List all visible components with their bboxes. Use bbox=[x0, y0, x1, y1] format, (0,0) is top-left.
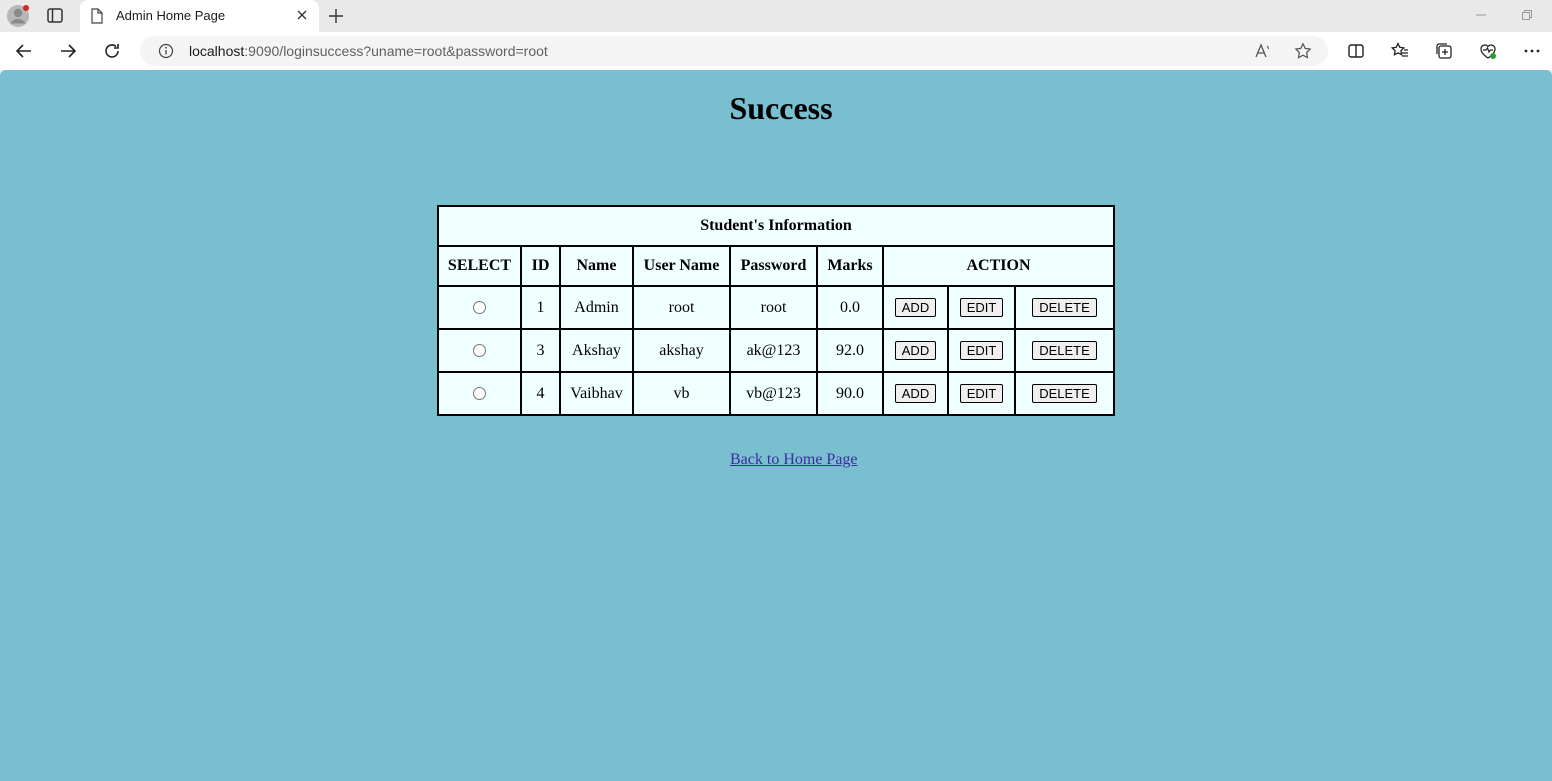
delete-cell: DELETE bbox=[1014, 328, 1115, 373]
page-icon bbox=[90, 8, 104, 24]
add-cell: ADD bbox=[882, 371, 949, 416]
table-caption: Student's Information bbox=[437, 205, 1115, 247]
notification-dot bbox=[23, 5, 29, 11]
marks-cell: 92.0 bbox=[816, 328, 884, 373]
edit-button[interactable]: EDIT bbox=[959, 384, 1004, 403]
select-radio[interactable] bbox=[473, 344, 486, 358]
name-cell: Akshay bbox=[559, 328, 634, 373]
tab-title: Admin Home Page bbox=[116, 8, 226, 23]
active-tab[interactable]: Admin Home Page bbox=[80, 0, 319, 32]
id-cell: 1 bbox=[520, 285, 561, 330]
delete-button[interactable]: DELETE bbox=[1032, 298, 1097, 317]
add-cell: ADD bbox=[882, 285, 949, 330]
header-name: Name bbox=[559, 245, 634, 287]
address-bar[interactable]: localhost:9090/loginsuccess?uname=root&p… bbox=[140, 36, 1328, 66]
name-cell: Admin bbox=[559, 285, 634, 330]
back-icon[interactable] bbox=[14, 41, 34, 61]
select-cell bbox=[437, 328, 522, 373]
id-cell: 4 bbox=[520, 371, 561, 416]
header-action: ACTION bbox=[882, 245, 1115, 287]
read-aloud-icon[interactable] bbox=[1254, 42, 1272, 60]
refresh-icon[interactable] bbox=[102, 41, 122, 61]
url-host: localhost bbox=[189, 43, 245, 59]
edit-button[interactable]: EDIT bbox=[959, 341, 1004, 360]
delete-cell: DELETE bbox=[1014, 285, 1115, 330]
edit-button[interactable]: EDIT bbox=[959, 298, 1004, 317]
name-cell: Vaibhav bbox=[559, 371, 634, 416]
new-tab-icon[interactable] bbox=[328, 8, 344, 24]
edit-cell: EDIT bbox=[947, 371, 1016, 416]
table-row: 1 Admin root root 0.0 ADD EDIT DELETE bbox=[437, 285, 1115, 330]
table-row: 3 Akshay akshay ak@123 92.0 ADD EDIT DEL… bbox=[437, 328, 1115, 373]
select-radio[interactable] bbox=[473, 387, 486, 401]
delete-button[interactable]: DELETE bbox=[1032, 384, 1097, 403]
student-table: Student's Information SELECT ID Name Use… bbox=[437, 205, 1115, 416]
delete-button[interactable]: DELETE bbox=[1032, 341, 1097, 360]
add-button[interactable]: ADD bbox=[894, 298, 937, 317]
username-cell: vb bbox=[632, 371, 731, 416]
edit-cell: EDIT bbox=[947, 328, 1016, 373]
password-cell: vb@123 bbox=[729, 371, 818, 416]
profile-avatar-icon[interactable] bbox=[6, 4, 30, 28]
page-content: Success Student's Information SELECT ID … bbox=[0, 70, 1552, 781]
select-radio[interactable] bbox=[473, 301, 486, 315]
add-button[interactable]: ADD bbox=[894, 341, 937, 360]
browser-toolbar: localhost:9090/loginsuccess?uname=root&p… bbox=[0, 32, 1552, 70]
url-path: :9090/loginsuccess?uname=root&password=r… bbox=[244, 43, 548, 59]
select-cell bbox=[437, 285, 522, 330]
restore-icon[interactable] bbox=[1520, 8, 1534, 22]
username-cell: root bbox=[632, 285, 731, 330]
browser-essentials-icon[interactable] bbox=[1478, 41, 1498, 61]
add-button[interactable]: ADD bbox=[894, 384, 937, 403]
more-options-icon[interactable] bbox=[1522, 41, 1542, 61]
minimize-icon[interactable] bbox=[1474, 8, 1488, 22]
tab-actions-icon[interactable] bbox=[44, 6, 66, 26]
header-username: User Name bbox=[632, 245, 731, 287]
forward-icon[interactable] bbox=[58, 41, 78, 61]
back-to-home-link[interactable]: Back to Home Page bbox=[730, 451, 858, 469]
id-cell: 3 bbox=[520, 328, 561, 373]
collections-icon[interactable] bbox=[1434, 41, 1454, 61]
password-cell: root bbox=[729, 285, 818, 330]
password-cell: ak@123 bbox=[729, 328, 818, 373]
tab-strip: Admin Home Page bbox=[0, 0, 1552, 32]
page-title: Success bbox=[729, 90, 833, 126]
table-row: 4 Vaibhav vb vb@123 90.0 ADD EDIT DELETE bbox=[437, 371, 1115, 416]
close-tab-icon[interactable] bbox=[295, 8, 309, 22]
url-text: localhost:9090/loginsuccess?uname=root&p… bbox=[189, 43, 548, 59]
delete-cell: DELETE bbox=[1014, 371, 1115, 416]
marks-cell: 90.0 bbox=[816, 371, 884, 416]
favorite-star-icon[interactable] bbox=[1294, 42, 1312, 60]
site-info-icon[interactable] bbox=[158, 43, 174, 59]
header-password: Password bbox=[729, 245, 818, 287]
username-cell: akshay bbox=[632, 328, 731, 373]
split-screen-icon[interactable] bbox=[1346, 41, 1366, 61]
header-id: ID bbox=[520, 245, 561, 287]
edit-cell: EDIT bbox=[947, 285, 1016, 330]
marks-cell: 0.0 bbox=[816, 285, 884, 330]
add-cell: ADD bbox=[882, 328, 949, 373]
select-cell bbox=[437, 371, 522, 416]
favorites-icon[interactable] bbox=[1390, 41, 1410, 61]
header-select: SELECT bbox=[437, 245, 522, 287]
header-marks: Marks bbox=[816, 245, 884, 287]
